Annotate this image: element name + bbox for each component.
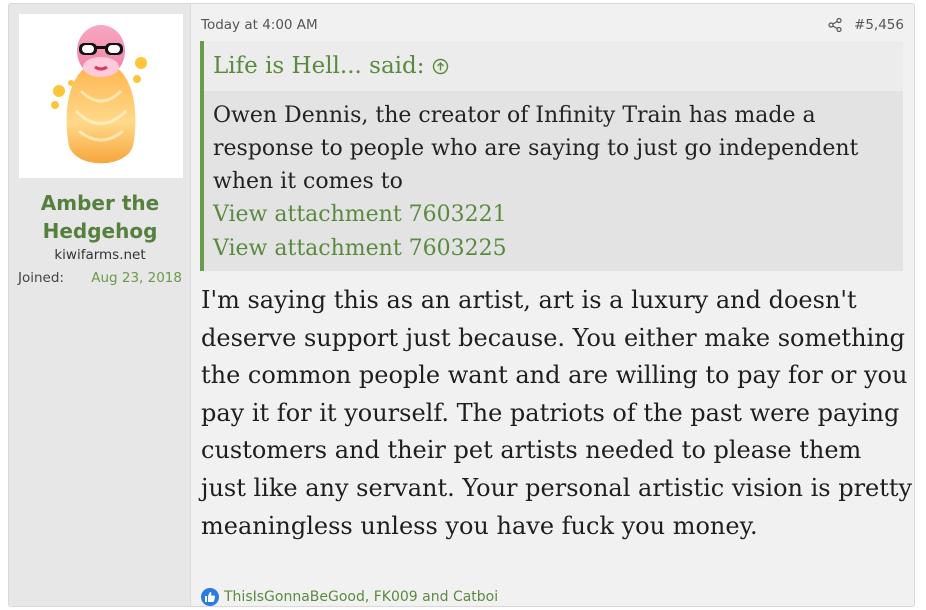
matryoshka-avatar-icon bbox=[51, 25, 147, 164]
quote-block: Life is Hell... said: Owen Dennis, the c… bbox=[200, 41, 903, 271]
user-info-panel: Amber the Hedgehog kiwifarms.net Joined:… bbox=[9, 4, 191, 606]
thumbs-up-icon bbox=[205, 592, 216, 602]
joined-date: Aug 23, 2018 bbox=[91, 270, 182, 286]
username[interactable]: Amber the Hedgehog bbox=[9, 189, 191, 245]
post-number-link[interactable]: #5,456 bbox=[854, 17, 904, 33]
quote-text: Owen Dennis, the creator of Infinity Tra… bbox=[213, 103, 859, 194]
forum-post: Amber the Hedgehog kiwifarms.net Joined:… bbox=[8, 3, 915, 607]
reactions-bar: ThisIsGonnaBeGood, FK009 and Catboi bbox=[201, 588, 498, 606]
jump-to-quote-icon[interactable] bbox=[432, 58, 449, 75]
quote-content: Owen Dennis, the creator of Infinity Tra… bbox=[204, 91, 903, 266]
user-title: kiwifarms.net bbox=[54, 247, 146, 263]
post-timestamp[interactable]: Today at 4:00 AM bbox=[201, 17, 318, 33]
joined-row: Joined: Aug 23, 2018 bbox=[18, 270, 182, 286]
quote-header: Life is Hell... said: bbox=[204, 41, 903, 91]
post-header: Today at 4:00 AM #5,456 bbox=[201, 14, 904, 36]
post-main: Today at 4:00 AM #5,456 Life is Hell... … bbox=[191, 4, 914, 606]
avatar[interactable] bbox=[19, 14, 183, 178]
post-header-actions: #5,456 bbox=[828, 17, 904, 33]
quote-author[interactable]: Life is Hell... said: bbox=[213, 53, 425, 79]
post-message: I'm saying this as an artist, art is a l… bbox=[201, 286, 913, 540]
share-icon[interactable] bbox=[828, 18, 842, 32]
attachment-link[interactable]: View attachment 7603221 bbox=[213, 198, 894, 232]
like-reaction-icon[interactable] bbox=[201, 588, 219, 606]
reaction-users[interactable]: ThisIsGonnaBeGood, FK009 and Catboi bbox=[224, 589, 498, 605]
joined-label: Joined: bbox=[18, 270, 64, 286]
attachment-link[interactable]: View attachment 7603225 bbox=[213, 232, 894, 266]
